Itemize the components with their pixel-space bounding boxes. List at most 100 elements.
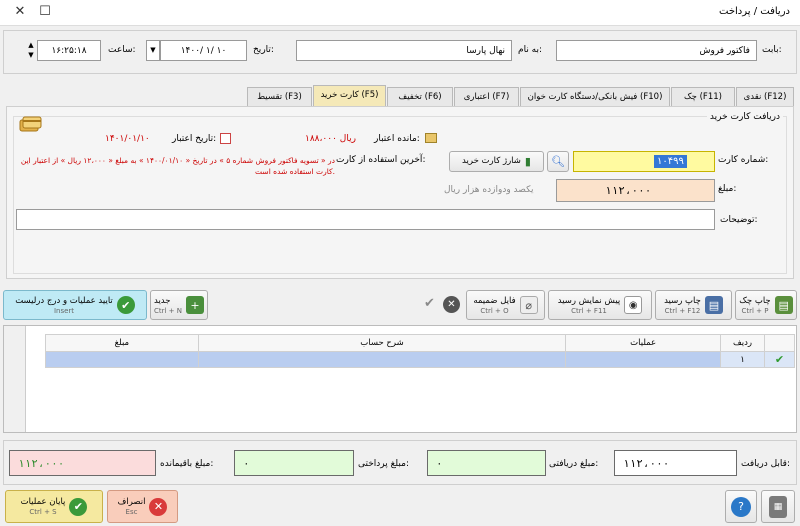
preview-receipt-button[interactable]: پیش نمایش رسید Ctrl + F11 ◉ (548, 290, 652, 320)
preview-receipt-label: پیش نمایش رسید (557, 295, 621, 306)
date-dropdown-icon[interactable]: ▼ (146, 40, 160, 61)
date-field[interactable]: ۱۴۰۰/ ۱/ ۱۰ (160, 40, 247, 61)
new-button[interactable]: جدید Ctrl + N + (150, 290, 208, 320)
delete-icon[interactable]: ✕ (443, 296, 460, 313)
card-number-input[interactable]: ۱۰۴۹۹ (573, 151, 715, 172)
help-icon: ? (731, 496, 751, 517)
paperclip-icon: ⌀ (519, 296, 538, 314)
date-label: تاریخ: (253, 45, 274, 55)
amount-label: مبلغ: (718, 184, 737, 194)
finish-label: پایان عملیات (20, 497, 66, 507)
name-label: به نام: (518, 45, 543, 55)
tab-bank-pos[interactable]: فیش بانکی/دستگاه کارت خوان (F10) (520, 87, 670, 106)
last-use-text: در « تسویه فاکتور فروش شماره ۵ » در تاری… (20, 156, 335, 176)
preview-receipt-shortcut: Ctrl + F11 (571, 306, 607, 315)
balance-label: مانده اعتبار: (374, 134, 420, 144)
cell-description[interactable] (197, 351, 567, 368)
description-label: توضیحات: (720, 215, 758, 225)
col-row[interactable]: ردیف (720, 334, 765, 352)
tab-installment[interactable]: تقسیط (F3) (247, 87, 312, 106)
print-receipt-label: چاپ رسید (664, 295, 701, 306)
confirm-insert-button[interactable]: تایید عملیات و درج درلیست Insert ✔ (3, 290, 147, 320)
row-check-icon: ✔ (764, 351, 795, 368)
attachment-label: فایل ضمیمه (473, 295, 516, 306)
paid-label: مبلغ پرداختی: (358, 459, 409, 469)
add-list-icon: + (186, 296, 204, 314)
window-title: دریافت / پرداخت (719, 6, 790, 17)
tab-check[interactable]: چک (F11) (671, 87, 735, 106)
check-circle-icon: ✔ (69, 497, 88, 516)
amount-field[interactable]: ۱۱۲،۰۰۰ (556, 179, 715, 202)
tab-purchase-card[interactable]: کارت خرید (F5) (313, 85, 386, 106)
new-shortcut: Ctrl + N (153, 306, 182, 315)
tab-cash[interactable]: نقدی (F12) (736, 87, 794, 106)
tab-discount[interactable]: تخفیف (F6) (387, 87, 453, 106)
new-label: جدید (153, 295, 171, 306)
received-value: ۰ (427, 450, 546, 476)
eye-icon: ◉ (624, 296, 643, 314)
payable-value: ۱۱۲،۰۰۰ (614, 450, 737, 476)
charge-card-label: شارژ کارت خرید (462, 156, 521, 166)
balance-value: ۱۸۸،۰۰۰ ریال (305, 134, 356, 144)
cancel-label: انصراف (117, 497, 146, 507)
search-button[interactable]: 🔍︎ (547, 151, 569, 172)
help-button[interactable]: ? (725, 490, 757, 523)
last-use-label: آخرین استفاده از کارت: (336, 155, 426, 165)
description-field[interactable] (16, 209, 715, 230)
maximize-icon[interactable]: ☐ (37, 4, 53, 20)
col-description[interactable]: شرح حساب (197, 334, 567, 352)
attachment-button[interactable]: فایل ضمیمه Ctrl + O ⌀ (466, 290, 545, 320)
remaining-value: ۱۱۲،۰۰۰ (9, 450, 156, 476)
printer-icon: ▤ (704, 296, 723, 314)
print-receipt-button[interactable]: چاپ رسید Ctrl + F12 ▤ (655, 290, 732, 320)
finish-button[interactable]: پایان عملیات Ctrl + S ✔ (5, 490, 103, 523)
time-spinner-icon[interactable]: ▲ ▼ (25, 40, 37, 61)
attachment-shortcut: Ctrl + O (480, 306, 509, 315)
payable-label: قابل دریافت: (741, 459, 791, 469)
table-row[interactable]: ۱ ✔ (45, 351, 795, 368)
received-label: مبلغ دریافتی: (549, 459, 599, 469)
print-check-button[interactable]: چاپ چک Ctrl + P ▤ (735, 290, 797, 320)
print-receipt-shortcut: Ctrl + F12 (664, 306, 701, 315)
cancel-shortcut: Esc (125, 508, 138, 516)
calculator-icon: ▦ (769, 495, 787, 518)
cell-operations[interactable] (565, 351, 722, 368)
time-label: ساعت: (108, 45, 136, 55)
name-field[interactable]: نهال پارسا (296, 40, 512, 61)
grid-scrollbar[interactable] (4, 326, 26, 432)
credit-date-value: ۱۴۰۱/۰۱/۱۰ (105, 134, 150, 144)
cancel-button[interactable]: انصراف Esc ✕ (107, 490, 178, 523)
card-stack-icon (18, 116, 42, 134)
charge-card-button[interactable]: شارژ کارت خرید ▮ (449, 151, 544, 172)
close-icon[interactable]: ✕ (12, 4, 28, 20)
party-label: بابت: (762, 45, 782, 55)
col-selector (764, 334, 795, 352)
title-bar: دریافت / پرداخت ✕ ☐ (0, 0, 800, 26)
cell-amount[interactable] (45, 351, 199, 368)
finish-shortcut: Ctrl + S (29, 508, 57, 516)
calculator-button[interactable]: ▦ (761, 490, 795, 523)
search-icon: 🔍︎ (551, 155, 565, 168)
paid-value: ۰ (234, 450, 354, 476)
confirm-insert-label: تایید عملیات و درج درلیست (15, 295, 113, 306)
credit-date-label: تاریخ اعتبار: (172, 134, 217, 144)
col-operations[interactable]: عملیات (565, 334, 722, 352)
print-check-label: چاپ چک (739, 295, 771, 306)
check-icon[interactable]: ✔ (424, 296, 435, 311)
print-check-shortcut: Ctrl + P (741, 306, 769, 315)
confirm-insert-shortcut: Insert (53, 306, 75, 315)
close-circle-icon: ✕ (149, 497, 168, 516)
check-circle-icon: ✔ (116, 296, 135, 314)
printer-icon: ▤ (774, 296, 793, 314)
party-field[interactable]: فاکتور فروش (556, 40, 757, 61)
card-group-title: دریافت کارت خرید (706, 112, 783, 122)
calendar-icon (220, 133, 231, 144)
tab-credit[interactable]: اعتباری (F7) (454, 87, 519, 106)
payments-grid: مبلغ شرح حساب عملیات ردیف ۱ ✔ (45, 334, 795, 368)
time-field[interactable]: ۱۶:۲۵:۱۸ (37, 40, 101, 61)
remaining-label: مبلغ باقیمانده: (160, 459, 214, 469)
card-number-value: ۱۰۴۹۹ (654, 155, 687, 168)
cell-row[interactable]: ۱ (720, 351, 765, 368)
col-amount[interactable]: مبلغ (45, 334, 199, 352)
card-charge-icon: ▮ (524, 155, 531, 168)
